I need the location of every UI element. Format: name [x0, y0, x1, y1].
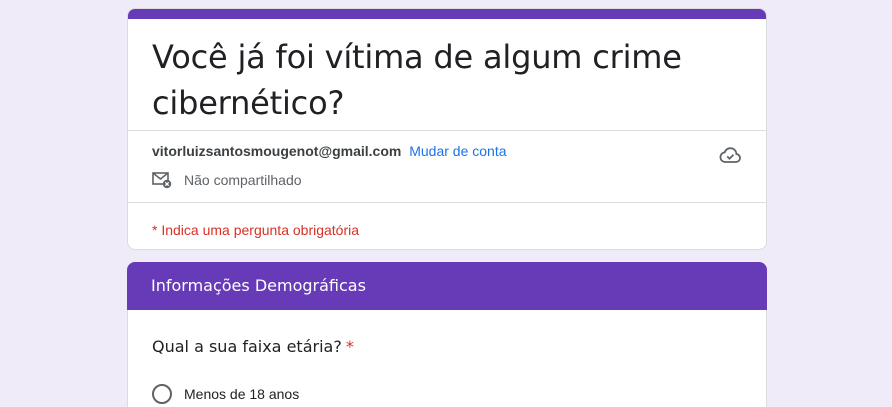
radio-option[interactable]: Menos de 18 anos	[152, 384, 299, 404]
form-header-card: Você já foi vítima de algum crime cibern…	[127, 8, 767, 250]
required-asterisk: *	[345, 337, 354, 356]
account-divider	[128, 202, 766, 203]
required-note: * Indica uma pergunta obrigatória	[152, 222, 360, 238]
mail-unshared-icon	[152, 172, 172, 189]
form-title: Você já foi vítima de algum crime cibern…	[152, 38, 682, 122]
sharing-status-row: Não compartilhado	[152, 171, 302, 189]
header-accent-bar	[128, 9, 766, 19]
question-card: Qual a sua faixa etária? * Menos de 18 an…	[127, 310, 767, 407]
radio-button[interactable]	[152, 384, 172, 404]
question-title: Qual a sua faixa etária? *	[152, 337, 354, 356]
sharing-status-text: Não compartilhado	[184, 172, 302, 188]
account-row: vitorluizsantosmougenot@gmail.com Mudar …	[152, 143, 507, 159]
question-text: Qual a sua faixa etária?	[152, 337, 342, 356]
switch-account-link[interactable]: Mudar de conta	[409, 143, 506, 159]
cloud-check-icon	[719, 147, 741, 163]
radio-option-label: Menos de 18 anos	[184, 386, 300, 402]
account-email: vitorluizsantosmougenot@gmail.com	[152, 143, 402, 159]
header-divider	[128, 130, 766, 131]
section-title: Informações Demográficas	[151, 276, 366, 295]
section-header: Informações Demográficas	[127, 262, 767, 310]
google-form-page: Você já foi vítima de algum crime cibern…	[0, 0, 892, 407]
